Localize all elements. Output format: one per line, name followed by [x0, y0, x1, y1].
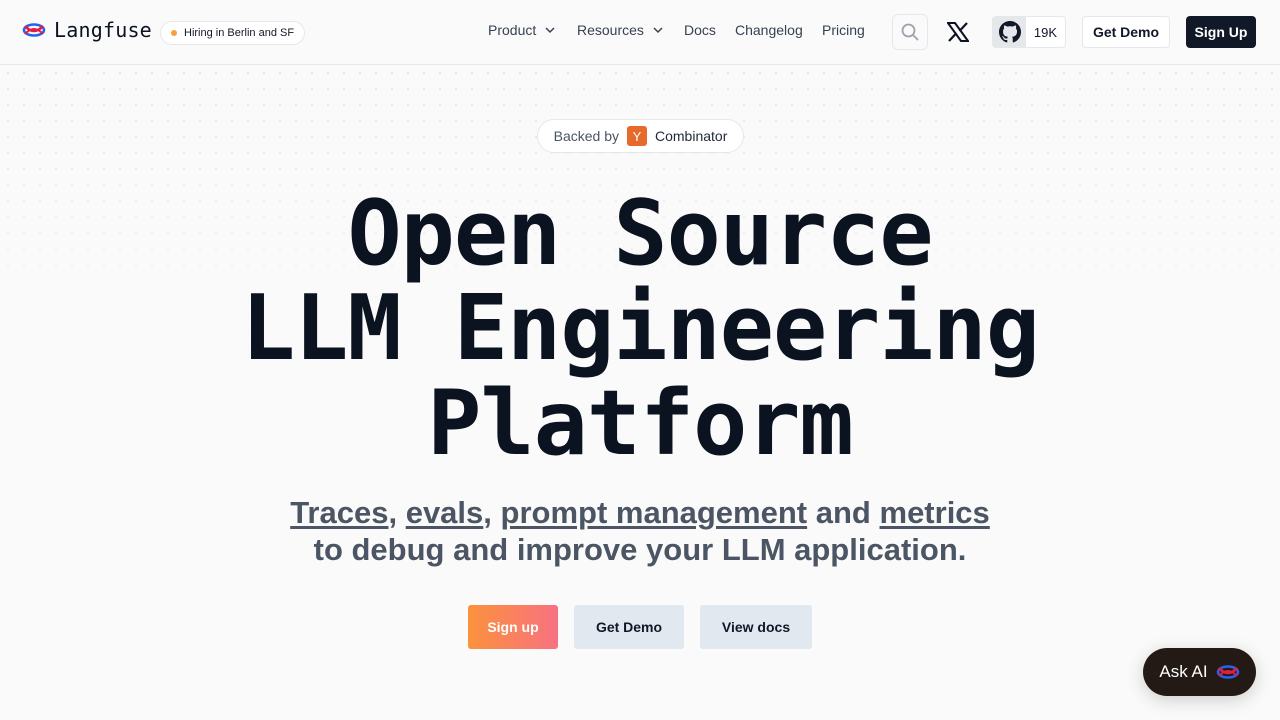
ask-ai-label: Ask AI — [1159, 662, 1208, 681]
nav-sign-up-button[interactable]: Sign Up — [1186, 16, 1256, 48]
nav-item-docs[interactable]: Docs — [684, 22, 716, 38]
nav-item-product[interactable]: Product — [488, 22, 556, 38]
link-evals[interactable]: evals — [406, 495, 484, 530]
backed-by-label: Backed by — [553, 128, 619, 144]
yc-logo-icon: Y — [627, 126, 647, 146]
nav-item-resources-label: Resources — [577, 22, 644, 38]
sub-line-2: to debug and improve your LLM applicatio… — [313, 532, 967, 567]
link-prompt-management[interactable]: prompt management — [501, 495, 808, 530]
search-icon — [901, 23, 919, 41]
langfuse-logo-icon — [22, 23, 46, 37]
nav-get-demo-button[interactable]: Get Demo — [1082, 16, 1170, 48]
hero-headline-line-2: LLM Engineering — [241, 276, 1040, 381]
github-icon-wrapper — [993, 17, 1026, 47]
sub-and-text: and — [815, 495, 871, 530]
link-traces[interactable]: Traces — [290, 495, 388, 530]
github-stars-button[interactable]: 19K — [992, 16, 1066, 48]
hero-sign-up-button[interactable]: Sign up — [468, 605, 558, 649]
hero-get-demo-button[interactable]: Get Demo — [574, 605, 684, 649]
nav-item-changelog[interactable]: Changelog — [735, 22, 803, 38]
x-social-link[interactable] — [946, 20, 970, 44]
top-navbar: Langfuse Hiring in Berlin and SF Product… — [0, 0, 1280, 65]
ask-ai-button[interactable]: Ask AI — [1143, 648, 1256, 696]
hero-view-docs-button[interactable]: View docs — [700, 605, 812, 649]
hero-subheadline: Traces, evals, prompt management and met… — [290, 495, 990, 567]
github-icon — [998, 21, 1021, 43]
nav-item-resources[interactable]: Resources — [577, 22, 664, 38]
logo-text: Langfuse — [54, 18, 152, 42]
hero-headline: Open Source LLM Engineering Platform — [0, 186, 1280, 471]
nav-item-product-label: Product — [488, 22, 537, 38]
search-button[interactable] — [892, 14, 928, 50]
hiring-badge-label: Hiring in Berlin and SF — [184, 27, 295, 39]
langfuse-logo-icon — [1216, 665, 1239, 679]
logo-link[interactable]: Langfuse — [22, 18, 152, 42]
chevron-down-icon — [653, 27, 663, 34]
hiring-badge[interactable]: Hiring in Berlin and SF — [160, 21, 306, 45]
hero-headline-line-3: Platform — [427, 371, 853, 476]
chevron-down-icon — [545, 27, 555, 34]
x-logo-icon — [947, 22, 969, 42]
hero-headline-line-1: Open Source — [347, 181, 933, 286]
yc-name: Combinator — [655, 128, 728, 144]
status-dot-icon — [171, 30, 177, 36]
link-metrics[interactable]: metrics — [880, 495, 990, 530]
github-star-count: 19K — [1033, 24, 1058, 40]
nav-item-pricing[interactable]: Pricing — [822, 22, 865, 38]
backed-by-yc-badge[interactable]: Backed by Y Combinator — [537, 119, 744, 153]
